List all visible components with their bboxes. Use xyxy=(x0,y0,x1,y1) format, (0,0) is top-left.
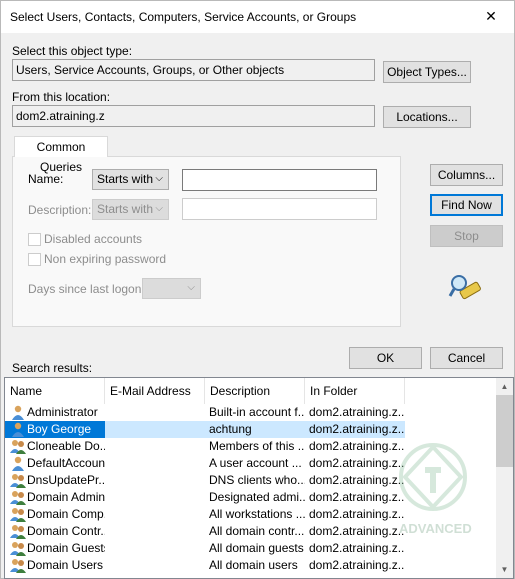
cell-folder: dom2.atraining.z... xyxy=(309,541,405,555)
logo-icon xyxy=(399,443,467,511)
non-expiring-checkbox xyxy=(28,253,41,266)
vertical-scrollbar[interactable]: ▲ ▼ xyxy=(496,378,513,578)
user-icon xyxy=(12,405,24,420)
user-icon xyxy=(12,422,24,437)
close-button[interactable]: ✕ xyxy=(468,1,514,32)
table-row[interactable]: Administrator Built-in account f... dom2.a… xyxy=(5,404,496,421)
disabled-accounts-checkbox xyxy=(28,233,41,246)
cell-folder: dom2.atraining.z... xyxy=(309,507,405,521)
description-label: Description: xyxy=(28,203,92,217)
cell-folder: dom2.atraining.z... xyxy=(309,524,405,538)
cell-description: achtung xyxy=(205,421,305,438)
locations-button[interactable]: Locations... xyxy=(383,106,471,128)
columns-button[interactable]: Columns... xyxy=(430,164,503,186)
non-expiring-label: Non expiring password xyxy=(44,252,167,266)
column-header-email[interactable]: E-Mail Address xyxy=(105,378,205,404)
object-type-field: Users, Service Accounts, Groups, or Othe… xyxy=(12,59,375,81)
cell-email xyxy=(105,472,205,489)
group-icon xyxy=(10,474,26,488)
close-icon: ✕ xyxy=(485,8,497,24)
title-bar: Select Users, Contacts, Computers, Servi… xyxy=(1,1,514,33)
group-icon xyxy=(10,542,26,556)
location-field: dom2.atraining.z xyxy=(12,105,375,127)
cell-description: Built-in account f... xyxy=(209,405,305,419)
find-now-button[interactable]: Find Now xyxy=(430,194,503,216)
cell-folder: dom2.atraining.z... xyxy=(309,456,405,470)
cell-description: Designated admi... xyxy=(209,490,305,504)
cell-description: A user account ... xyxy=(209,456,302,470)
cell-folder: dom2.atraining.z... xyxy=(305,421,405,438)
cell-email xyxy=(105,404,205,421)
dialog-window: Select Users, Contacts, Computers, Servi… xyxy=(0,0,515,579)
days-since-logon-label: Days since last logon: xyxy=(28,282,145,296)
object-type-label: Select this object type: xyxy=(12,44,133,58)
cancel-button[interactable]: Cancel xyxy=(430,347,503,369)
search-icon xyxy=(448,275,481,300)
cell-description: All domain guests xyxy=(209,541,304,555)
cell-description: Members of this ... xyxy=(209,439,305,453)
cell-folder: dom2.atraining.z... xyxy=(309,558,405,572)
description-input xyxy=(182,198,377,220)
window-title: Select Users, Contacts, Computers, Servi… xyxy=(10,10,357,24)
object-types-button[interactable]: Object Types... xyxy=(383,61,471,83)
cell-description: DNS clients who... xyxy=(209,473,305,487)
description-mode-value: Starts with xyxy=(97,202,154,216)
scroll-thumb[interactable] xyxy=(496,395,513,467)
column-header-name[interactable]: Name xyxy=(5,378,105,404)
name-mode-select[interactable]: Starts with ⌵ xyxy=(92,169,169,190)
location-label: From this location: xyxy=(12,90,111,104)
days-since-logon-select: ⌵ xyxy=(142,278,201,299)
group-icon xyxy=(10,508,26,522)
cell-email xyxy=(105,421,205,438)
cell-folder: dom2.atraining.z... xyxy=(309,439,405,453)
cell-description: All domain contr... xyxy=(209,524,305,538)
cell-email xyxy=(105,506,205,523)
cell-email xyxy=(105,489,205,506)
chevron-down-icon: ⌵ xyxy=(155,203,163,214)
search-results-label: Search results: xyxy=(12,361,93,375)
description-mode-select: Starts with ⌵ xyxy=(92,199,169,220)
name-input[interactable] xyxy=(182,169,377,191)
chevron-down-icon: ⌵ xyxy=(155,173,163,184)
stop-button: Stop xyxy=(430,225,503,247)
tab-common-queries[interactable]: Common Queries xyxy=(14,136,108,174)
scroll-down-icon[interactable]: ▼ xyxy=(496,561,513,578)
column-header-folder[interactable]: In Folder xyxy=(305,378,405,404)
cell-email xyxy=(105,455,205,472)
ok-button[interactable]: OK xyxy=(349,347,422,369)
cell-email xyxy=(105,523,205,540)
column-header-description[interactable]: Description xyxy=(205,378,305,404)
cell-description: All workstations ... xyxy=(209,507,305,521)
name-mode-value: Starts with xyxy=(97,172,154,186)
cell-email xyxy=(105,438,205,455)
group-icon xyxy=(10,525,26,539)
group-icon xyxy=(10,440,26,454)
scroll-up-icon[interactable]: ▲ xyxy=(496,378,513,395)
disabled-accounts-label: Disabled accounts xyxy=(44,232,143,246)
user-icon xyxy=(12,456,24,471)
group-icon xyxy=(10,559,26,573)
cell-email xyxy=(105,540,205,557)
cell-email xyxy=(105,557,205,574)
group-icon xyxy=(10,491,26,505)
cell-description: All domain users xyxy=(209,558,298,572)
cell-folder: dom2.atraining.z... xyxy=(309,490,405,504)
watermark-text: ADVANCED xyxy=(399,521,472,536)
cell-folder: dom2.atraining.z... xyxy=(309,473,405,487)
watermark-logo: ADVANCED xyxy=(391,429,491,579)
cell-folder: dom2.atraining.z... xyxy=(309,405,405,419)
chevron-down-icon: ⌵ xyxy=(187,282,195,293)
